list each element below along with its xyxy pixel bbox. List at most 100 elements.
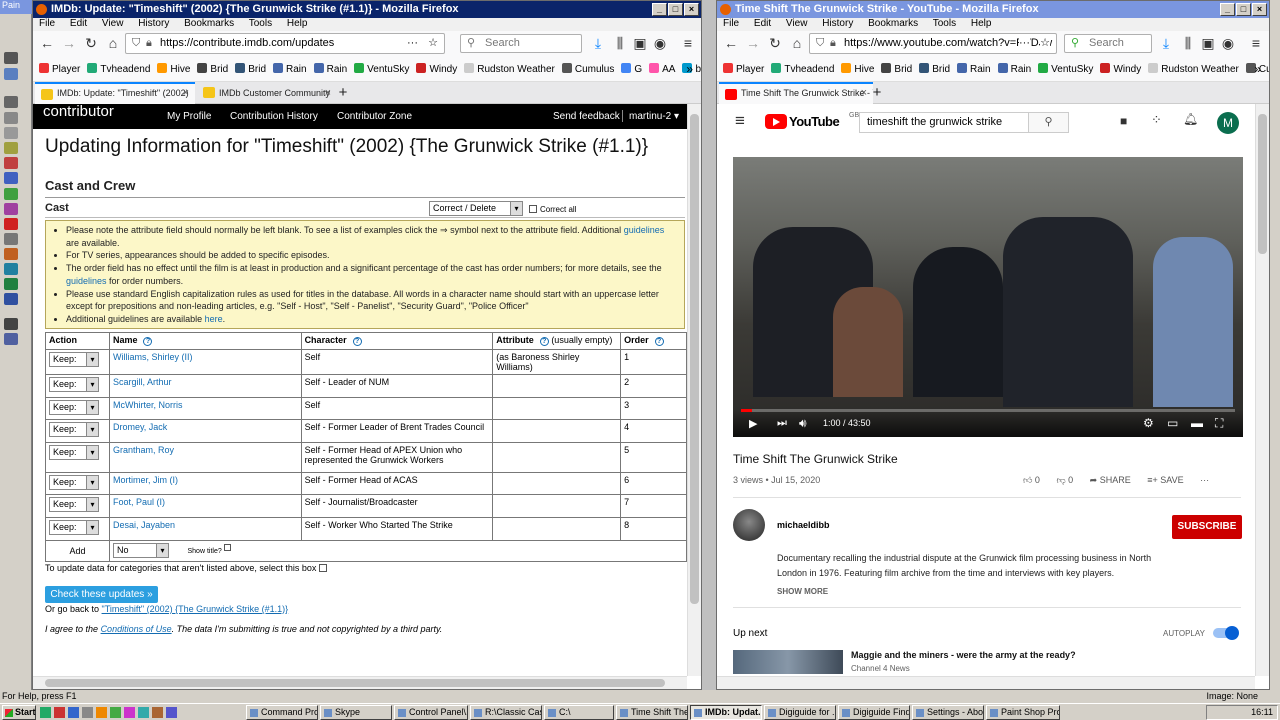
bookmark-item[interactable]: Tvheadend xyxy=(771,57,834,81)
taskbar-button[interactable]: C:\ xyxy=(544,705,614,720)
move-tool-icon[interactable] xyxy=(4,112,18,124)
next-video-title[interactable]: Maggie and the miners - were the army at… xyxy=(851,650,1076,660)
menu-view[interactable]: View xyxy=(102,18,124,29)
menu-edit[interactable]: Edit xyxy=(754,18,771,29)
quick-launch-icon[interactable] xyxy=(54,707,65,718)
menu-bookmarks[interactable]: Bookmarks xyxy=(184,18,234,29)
new-tab-button[interactable]: + xyxy=(867,82,887,104)
menu-help[interactable]: Help xyxy=(971,18,992,29)
menu-help[interactable]: Help xyxy=(287,18,308,29)
youtube-wordmark[interactable]: YouTube xyxy=(789,114,840,129)
bookmark-item[interactable]: Player xyxy=(39,57,80,81)
quick-launch-icon[interactable] xyxy=(152,707,163,718)
forward-arrow-icon[interactable]: → xyxy=(60,34,78,52)
account-icon[interactable]: ◉ xyxy=(1219,34,1237,52)
tab-youtube[interactable]: Time Shift The Grunwick Strike - Yo × xyxy=(719,82,873,104)
conditions-of-use-link[interactable]: Conditions of Use xyxy=(101,624,172,634)
pointer-tool-icon[interactable] xyxy=(4,52,18,64)
text-tool-icon[interactable] xyxy=(4,293,18,305)
nav-contributor-zone[interactable]: Contributor Zone xyxy=(337,111,412,122)
bookmark-item[interactable]: Rain xyxy=(997,57,1031,81)
search-input[interactable]: ⚲ Search xyxy=(1064,34,1152,53)
thumbs-up-icon[interactable]: 👍︎ xyxy=(1023,475,1032,485)
miniplayer-icon[interactable]: ▭ xyxy=(1167,416,1178,430)
share-button[interactable]: SHARE xyxy=(1100,475,1131,485)
cast-name-link[interactable]: Mortimer, Jim (I) xyxy=(113,475,178,485)
quick-launch-icon[interactable] xyxy=(82,707,93,718)
scroll-thumb[interactable] xyxy=(45,679,665,687)
show-title-checkbox[interactable] xyxy=(224,543,232,551)
taskbar-button[interactable]: Time Shift The... xyxy=(616,705,688,720)
taskbar-button[interactable]: Digiguide Finder xyxy=(838,705,910,720)
play-icon[interactable]: ▶ xyxy=(749,417,757,430)
menu-tools[interactable]: Tools xyxy=(249,18,272,29)
draw-tool-icon[interactable] xyxy=(4,318,18,330)
menu-bookmarks[interactable]: Bookmarks xyxy=(868,18,918,29)
guidelines-link[interactable]: guidelines xyxy=(66,276,107,286)
reload-icon[interactable]: ↻ xyxy=(766,34,784,52)
picture-tube-icon[interactable] xyxy=(4,248,18,260)
bookmark-item[interactable]: Windy xyxy=(1100,57,1141,81)
notifications-bell-icon[interactable]: 🔔︎ xyxy=(1183,112,1198,126)
bookmarks-overflow-icon[interactable]: » xyxy=(686,57,693,81)
bookmark-item[interactable]: AA xyxy=(649,57,675,81)
quick-launch-icon[interactable] xyxy=(68,707,79,718)
autoplay-toggle[interactable] xyxy=(1213,626,1239,640)
bookmark-item[interactable]: Brid xyxy=(881,57,912,81)
bookmark-item[interactable]: Player xyxy=(723,57,764,81)
show-more-button[interactable]: SHOW MORE xyxy=(777,587,828,596)
back-arrow-icon[interactable]: ← xyxy=(722,34,740,52)
settings-gear-icon[interactable]: ⚙ xyxy=(1143,416,1154,430)
account-icon[interactable]: ◉ xyxy=(651,34,669,52)
save-button[interactable]: SAVE xyxy=(1160,475,1183,485)
taskbar-button[interactable]: Digiguide for ... xyxy=(764,705,836,720)
start-button[interactable]: Start xyxy=(2,705,36,720)
sidebar-icon[interactable]: ▣ xyxy=(631,34,649,52)
bookmark-item[interactable]: Rain xyxy=(313,57,347,81)
bookmark-item[interactable]: Brid xyxy=(235,57,266,81)
cast-name-link[interactable]: Scargill, Arthur xyxy=(113,377,172,387)
zoom-tool-icon[interactable] xyxy=(4,68,18,80)
cast-name-link[interactable]: Williams, Shirley (II) xyxy=(113,352,193,362)
help-icon[interactable]: ? xyxy=(352,337,362,346)
horizontal-scrollbar[interactable] xyxy=(33,676,687,689)
cast-name-link[interactable]: Dromey, Jack xyxy=(113,422,167,432)
next-video-channel[interactable]: Channel 4 News xyxy=(851,664,910,673)
color-replacer-icon[interactable] xyxy=(4,188,18,200)
close-tab-icon[interactable]: × xyxy=(325,82,331,104)
bookmark-item[interactable]: Rudston Weather xyxy=(1148,57,1239,81)
window-titlebar[interactable]: Time Shift The Grunwick Strike - YouTube… xyxy=(717,1,1269,18)
quick-launch-icon[interactable] xyxy=(166,707,177,718)
bookmark-item[interactable]: Windy xyxy=(416,57,457,81)
forward-arrow-icon[interactable]: → xyxy=(744,34,762,52)
send-feedback-link[interactable]: Send feedback xyxy=(553,111,620,122)
star-icon[interactable]: ☆ xyxy=(1040,34,1050,53)
clock[interactable]: 16:11 xyxy=(1251,707,1273,717)
url-bar[interactable]: ⛉ 🔒︎ https://www.youtube.com/watch?v=PVD… xyxy=(809,33,1057,54)
window-titlebar[interactable]: IMDb: Update: "Timeshift" (2002) {The Gr… xyxy=(33,1,701,18)
home-icon[interactable]: ⌂ xyxy=(788,34,806,52)
next-video-thumbnail[interactable] xyxy=(733,650,843,674)
more-actions-icon[interactable]: ··· xyxy=(1200,475,1209,485)
bookmark-item[interactable]: Cumulus xyxy=(561,57,614,81)
correct-delete-select[interactable]: Correct / Delete xyxy=(429,201,523,216)
row-action-select[interactable]: Keep: xyxy=(49,422,99,438)
download-icon[interactable]: ⤓ xyxy=(1157,34,1175,52)
taskbar-button[interactable]: Skype xyxy=(320,705,392,720)
volume-icon[interactable]: 🔊︎ xyxy=(799,416,807,431)
lock-icon[interactable]: 🔒︎ xyxy=(146,34,152,53)
avatar[interactable]: M xyxy=(1217,112,1239,134)
shield-icon[interactable]: ⛉ xyxy=(132,34,140,53)
nav-my-profile[interactable]: My Profile xyxy=(167,111,211,122)
next-icon[interactable]: ⏭︎ xyxy=(777,417,787,430)
library-icon[interactable]: ⫼ xyxy=(1179,34,1197,52)
bookmark-item[interactable]: Tvheadend xyxy=(87,57,150,81)
save-playlist-icon[interactable]: ≡+ xyxy=(1147,475,1158,485)
channel-avatar[interactable] xyxy=(733,509,765,541)
quick-launch-icon[interactable] xyxy=(110,707,121,718)
taskbar-button[interactable]: Command Pro... xyxy=(246,705,318,720)
bookmark-item[interactable]: Rain xyxy=(957,57,991,81)
youtube-logo-icon[interactable] xyxy=(765,114,787,129)
new-tab-button[interactable]: + xyxy=(333,82,353,104)
channel-name[interactable]: michaeldibb xyxy=(777,520,830,530)
